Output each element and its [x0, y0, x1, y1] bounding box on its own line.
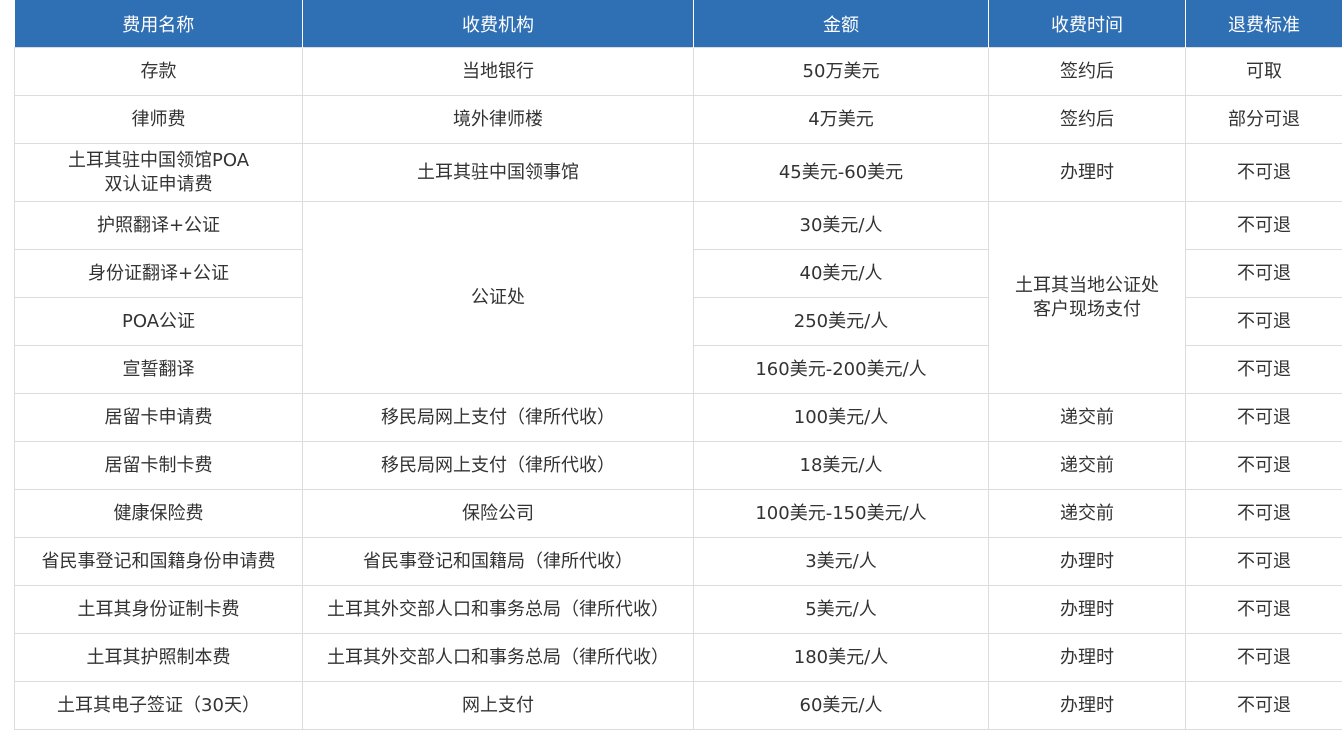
cell-amount: 60美元/人	[693, 681, 989, 730]
header-refund-policy: 退费标准	[1185, 0, 1342, 48]
cell-fee-name: 居留卡制卡费	[14, 441, 303, 490]
cell-time: 递交前	[988, 441, 1186, 490]
cell-amount: 250美元/人	[693, 297, 989, 346]
cell-fee-name: 土耳其电子签证（30天）	[14, 681, 303, 730]
cell-org: 省民事登记和国籍局（律所代收）	[302, 537, 694, 586]
fee-table-container: 费用名称 收费机构 金额 收费时间 退费标准 存款 当地银行 50万美元 签约后…	[14, 0, 1342, 730]
cell-amount: 50万美元	[693, 47, 989, 96]
cell-refund: 不可退	[1185, 537, 1342, 586]
cell-refund: 部分可退	[1185, 95, 1342, 144]
cell-org: 移民局网上支付（律所代收）	[302, 441, 694, 490]
table-row: 居留卡制卡费 移民局网上支付（律所代收） 18美元/人 递交前 不可退	[14, 441, 1342, 490]
cell-fee-name: 护照翻译+公证	[14, 201, 303, 250]
cell-org: 土耳其外交部人口和事务总局（律所代收）	[302, 585, 694, 634]
cell-time-merged-line2: 客户现场支付	[1033, 298, 1141, 320]
cell-amount: 5美元/人	[693, 585, 989, 634]
cell-org: 保险公司	[302, 489, 694, 538]
cell-refund: 可取	[1185, 47, 1342, 96]
cell-amount: 45美元-60美元	[693, 143, 989, 202]
cell-amount: 100美元-150美元/人	[693, 489, 989, 538]
cell-time: 办理时	[988, 681, 1186, 730]
cell-fee-name: 存款	[14, 47, 303, 96]
cell-amount: 18美元/人	[693, 441, 989, 490]
cell-fee-name: 律师费	[14, 95, 303, 144]
table-row: 土耳其身份证制卡费 土耳其外交部人口和事务总局（律所代收） 5美元/人 办理时 …	[14, 585, 1342, 634]
header-amount: 金额	[693, 0, 989, 48]
cell-amount: 30美元/人	[693, 201, 989, 250]
cell-refund: 不可退	[1185, 297, 1342, 346]
table-row: 护照翻译+公证 公证处 30美元/人 土耳其当地公证处 客户现场支付 不可退	[14, 201, 1342, 394]
cell-fee-name: 省民事登记和国籍身份申请费	[14, 537, 303, 586]
cell-org: 当地银行	[302, 47, 694, 96]
cell-org: 土耳其驻中国领事馆	[302, 143, 694, 202]
table-row: 土耳其护照制本费 土耳其外交部人口和事务总局（律所代收） 180美元/人 办理时…	[14, 633, 1342, 682]
header-payment-time: 收费时间	[988, 0, 1186, 48]
cell-refund: 不可退	[1185, 393, 1342, 442]
table-row: 律师费 境外律师楼 4万美元 签约后 部分可退	[14, 95, 1342, 144]
cell-time: 签约后	[988, 95, 1186, 144]
cell-refund: 不可退	[1185, 345, 1342, 394]
cell-time-merged-line1: 土耳其当地公证处	[1015, 274, 1159, 296]
cell-org: 移民局网上支付（律所代收）	[302, 393, 694, 442]
cell-fee-name: 健康保险费	[14, 489, 303, 538]
cell-fee-name: 居留卡申请费	[14, 393, 303, 442]
cell-fee-name: POA公证	[14, 297, 303, 346]
cell-fee-name-line1: 土耳其驻中国领馆POA	[67, 149, 250, 171]
cell-fee-name: 土耳其护照制本费	[14, 633, 303, 682]
table-row: 土耳其驻中国领馆POA 双认证申请费 土耳其驻中国领事馆 45美元-60美元 办…	[14, 143, 1342, 202]
table-header-row: 费用名称 收费机构 金额 收费时间 退费标准	[14, 0, 1342, 48]
cell-amount: 4万美元	[693, 95, 989, 144]
cell-refund: 不可退	[1185, 143, 1342, 202]
cell-refund: 不可退	[1185, 249, 1342, 298]
cell-fee-name: 土耳其身份证制卡费	[14, 585, 303, 634]
cell-time: 递交前	[988, 393, 1186, 442]
cell-time-merged: 土耳其当地公证处 客户现场支付	[988, 201, 1186, 394]
cell-time: 签约后	[988, 47, 1186, 96]
cell-refund: 不可退	[1185, 633, 1342, 682]
header-fee-name: 费用名称	[14, 0, 303, 48]
table-row: 存款 当地银行 50万美元 签约后 可取	[14, 47, 1342, 96]
table-row: 土耳其电子签证（30天） 网上支付 60美元/人 办理时 不可退	[14, 681, 1342, 730]
cell-org-merged: 公证处	[302, 201, 694, 394]
table-row: 省民事登记和国籍身份申请费 省民事登记和国籍局（律所代收） 3美元/人 办理时 …	[14, 537, 1342, 586]
cell-time: 递交前	[988, 489, 1186, 538]
cell-fee-name: 土耳其驻中国领馆POA 双认证申请费	[14, 143, 303, 202]
cell-fee-name: 身份证翻译+公证	[14, 249, 303, 298]
cell-time: 办理时	[988, 143, 1186, 202]
table-row: 居留卡申请费 移民局网上支付（律所代收） 100美元/人 递交前 不可退	[14, 393, 1342, 442]
cell-time: 办理时	[988, 537, 1186, 586]
table-row: 健康保险费 保险公司 100美元-150美元/人 递交前 不可退	[14, 489, 1342, 538]
cell-refund: 不可退	[1185, 585, 1342, 634]
cell-org: 网上支付	[302, 681, 694, 730]
cell-refund: 不可退	[1185, 201, 1342, 250]
cell-amount: 40美元/人	[693, 249, 989, 298]
cell-amount: 160美元-200美元/人	[693, 345, 989, 394]
cell-fee-name-line2: 双认证申请费	[104, 173, 213, 195]
fee-table: 费用名称 收费机构 金额 收费时间 退费标准 存款 当地银行 50万美元 签约后…	[14, 0, 1342, 730]
cell-org: 境外律师楼	[302, 95, 694, 144]
cell-refund: 不可退	[1185, 489, 1342, 538]
cell-refund: 不可退	[1185, 441, 1342, 490]
cell-time: 办理时	[988, 585, 1186, 634]
cell-fee-name: 宣誓翻译	[14, 345, 303, 394]
cell-amount: 180美元/人	[693, 633, 989, 682]
header-collecting-org: 收费机构	[302, 0, 694, 48]
cell-time: 办理时	[988, 633, 1186, 682]
cell-org: 土耳其外交部人口和事务总局（律所代收）	[302, 633, 694, 682]
cell-amount: 3美元/人	[693, 537, 989, 586]
cell-amount: 100美元/人	[693, 393, 989, 442]
cell-refund: 不可退	[1185, 681, 1342, 730]
